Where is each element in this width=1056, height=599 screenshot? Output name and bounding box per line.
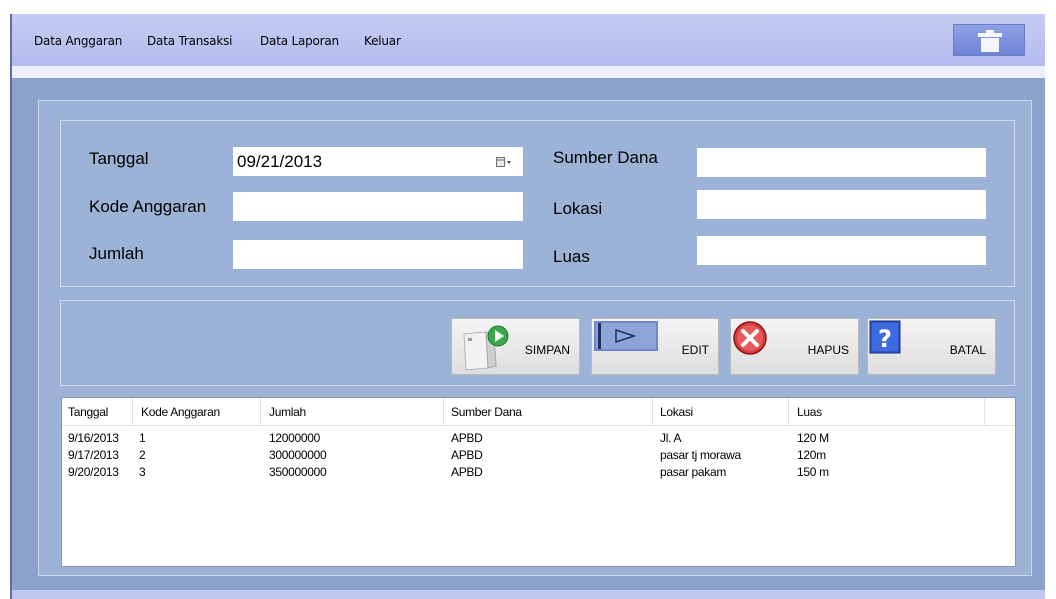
status-strip bbox=[10, 590, 1045, 599]
menu-data-transaksi[interactable]: Data Transaksi bbox=[147, 34, 232, 48]
kode-anggaran-label: Kode Anggaran bbox=[89, 197, 207, 216]
cell-tanggal: 9/20/2013 bbox=[68, 465, 119, 479]
sumber-dana-input[interactable] bbox=[697, 148, 986, 177]
trash-icon bbox=[978, 30, 1002, 52]
cell-kode: 3 bbox=[139, 465, 146, 479]
edit-label: EDIT bbox=[681, 343, 709, 357]
menu-bar: Data Anggaran Data Transaksi Data Lapora… bbox=[10, 14, 1045, 67]
col-lokasi[interactable]: Lokasi bbox=[660, 405, 693, 419]
hapus-button[interactable]: HAPUS bbox=[730, 318, 859, 375]
cell-lokasi: pasar tj morawa bbox=[660, 448, 741, 462]
col-luas[interactable]: Luas bbox=[797, 405, 822, 419]
cell-tanggal: 9/17/2013 bbox=[68, 448, 119, 462]
cell-kode: 1 bbox=[139, 431, 146, 445]
cell-lokasi: pasar pakam bbox=[660, 465, 727, 479]
hapus-label: HAPUS bbox=[807, 343, 849, 357]
col-tanggal[interactable]: Tanggal bbox=[68, 405, 108, 419]
save-play-icon bbox=[463, 325, 509, 371]
cell-luas: 120 M bbox=[797, 431, 829, 445]
cell-kode: 2 bbox=[139, 448, 146, 462]
simpan-button[interactable]: SIMPAN bbox=[451, 318, 580, 375]
edit-button[interactable]: EDIT bbox=[591, 318, 719, 375]
sumber-dana-label: Sumber Dana bbox=[553, 148, 658, 167]
cell-lokasi: Jl. A bbox=[660, 431, 682, 445]
menu-data-anggaran[interactable]: Data Anggaran bbox=[34, 34, 122, 48]
menu-data-laporan[interactable]: Data Laporan bbox=[260, 34, 339, 48]
table-header: Tanggal Kode Anggaran Jumlah Sumber Dana… bbox=[62, 398, 1015, 426]
app-window: Data Anggaran Data Transaksi Data Lapora… bbox=[0, 0, 1056, 599]
data-table[interactable]: Tanggal Kode Anggaran Jumlah Sumber Dana… bbox=[61, 397, 1016, 567]
tanggal-value: 09/21/2013 bbox=[237, 152, 323, 171]
lokasi-label: Lokasi bbox=[553, 199, 603, 218]
window-edge bbox=[1045, 14, 1056, 599]
delete-x-icon bbox=[733, 321, 767, 355]
cell-sumber: APBD bbox=[451, 431, 483, 445]
edit-play-icon bbox=[594, 321, 658, 351]
column-divider bbox=[788, 398, 789, 425]
jumlah-label: Jumlah bbox=[89, 244, 144, 263]
column-divider bbox=[132, 398, 133, 425]
tanggal-label: Tanggal bbox=[89, 149, 149, 168]
calendar-dropdown-icon[interactable] bbox=[496, 157, 512, 167]
cell-jumlah: 350000000 bbox=[269, 465, 327, 479]
col-jumlah[interactable]: Jumlah bbox=[269, 405, 306, 419]
luas-label: Luas bbox=[553, 247, 590, 266]
cell-sumber: APBD bbox=[451, 465, 483, 479]
column-divider bbox=[984, 398, 985, 425]
lokasi-input[interactable] bbox=[697, 190, 986, 219]
separator-strip bbox=[10, 66, 1045, 78]
help-question-icon: ? bbox=[869, 320, 901, 354]
window-frame bbox=[0, 0, 10, 599]
col-sumber-dana[interactable]: Sumber Dana bbox=[451, 405, 522, 419]
luas-input[interactable] bbox=[697, 236, 986, 265]
batal-label: BATAL bbox=[949, 343, 986, 357]
col-kode-anggaran[interactable]: Kode Anggaran bbox=[141, 405, 220, 419]
column-divider bbox=[260, 398, 261, 425]
window-left-border bbox=[10, 14, 12, 599]
cell-luas: 150 m bbox=[797, 465, 829, 479]
trash-button[interactable] bbox=[953, 24, 1025, 56]
menu-keluar[interactable]: Keluar bbox=[364, 34, 401, 48]
kode-anggaran-input[interactable] bbox=[233, 192, 523, 221]
tanggal-datepicker[interactable]: 09/21/2013 bbox=[233, 147, 523, 176]
cell-jumlah: 12000000 bbox=[269, 431, 320, 445]
simpan-label: SIMPAN bbox=[524, 343, 570, 357]
cell-tanggal: 9/16/2013 bbox=[68, 431, 119, 445]
batal-button[interactable]: ? BATAL bbox=[867, 318, 996, 375]
column-divider bbox=[652, 398, 653, 425]
column-divider bbox=[443, 398, 444, 425]
jumlah-input[interactable] bbox=[233, 240, 523, 269]
cell-luas: 120m bbox=[797, 448, 826, 462]
cell-sumber: APBD bbox=[451, 448, 483, 462]
cell-jumlah: 300000000 bbox=[269, 448, 327, 462]
svg-text:?: ? bbox=[878, 325, 892, 353]
